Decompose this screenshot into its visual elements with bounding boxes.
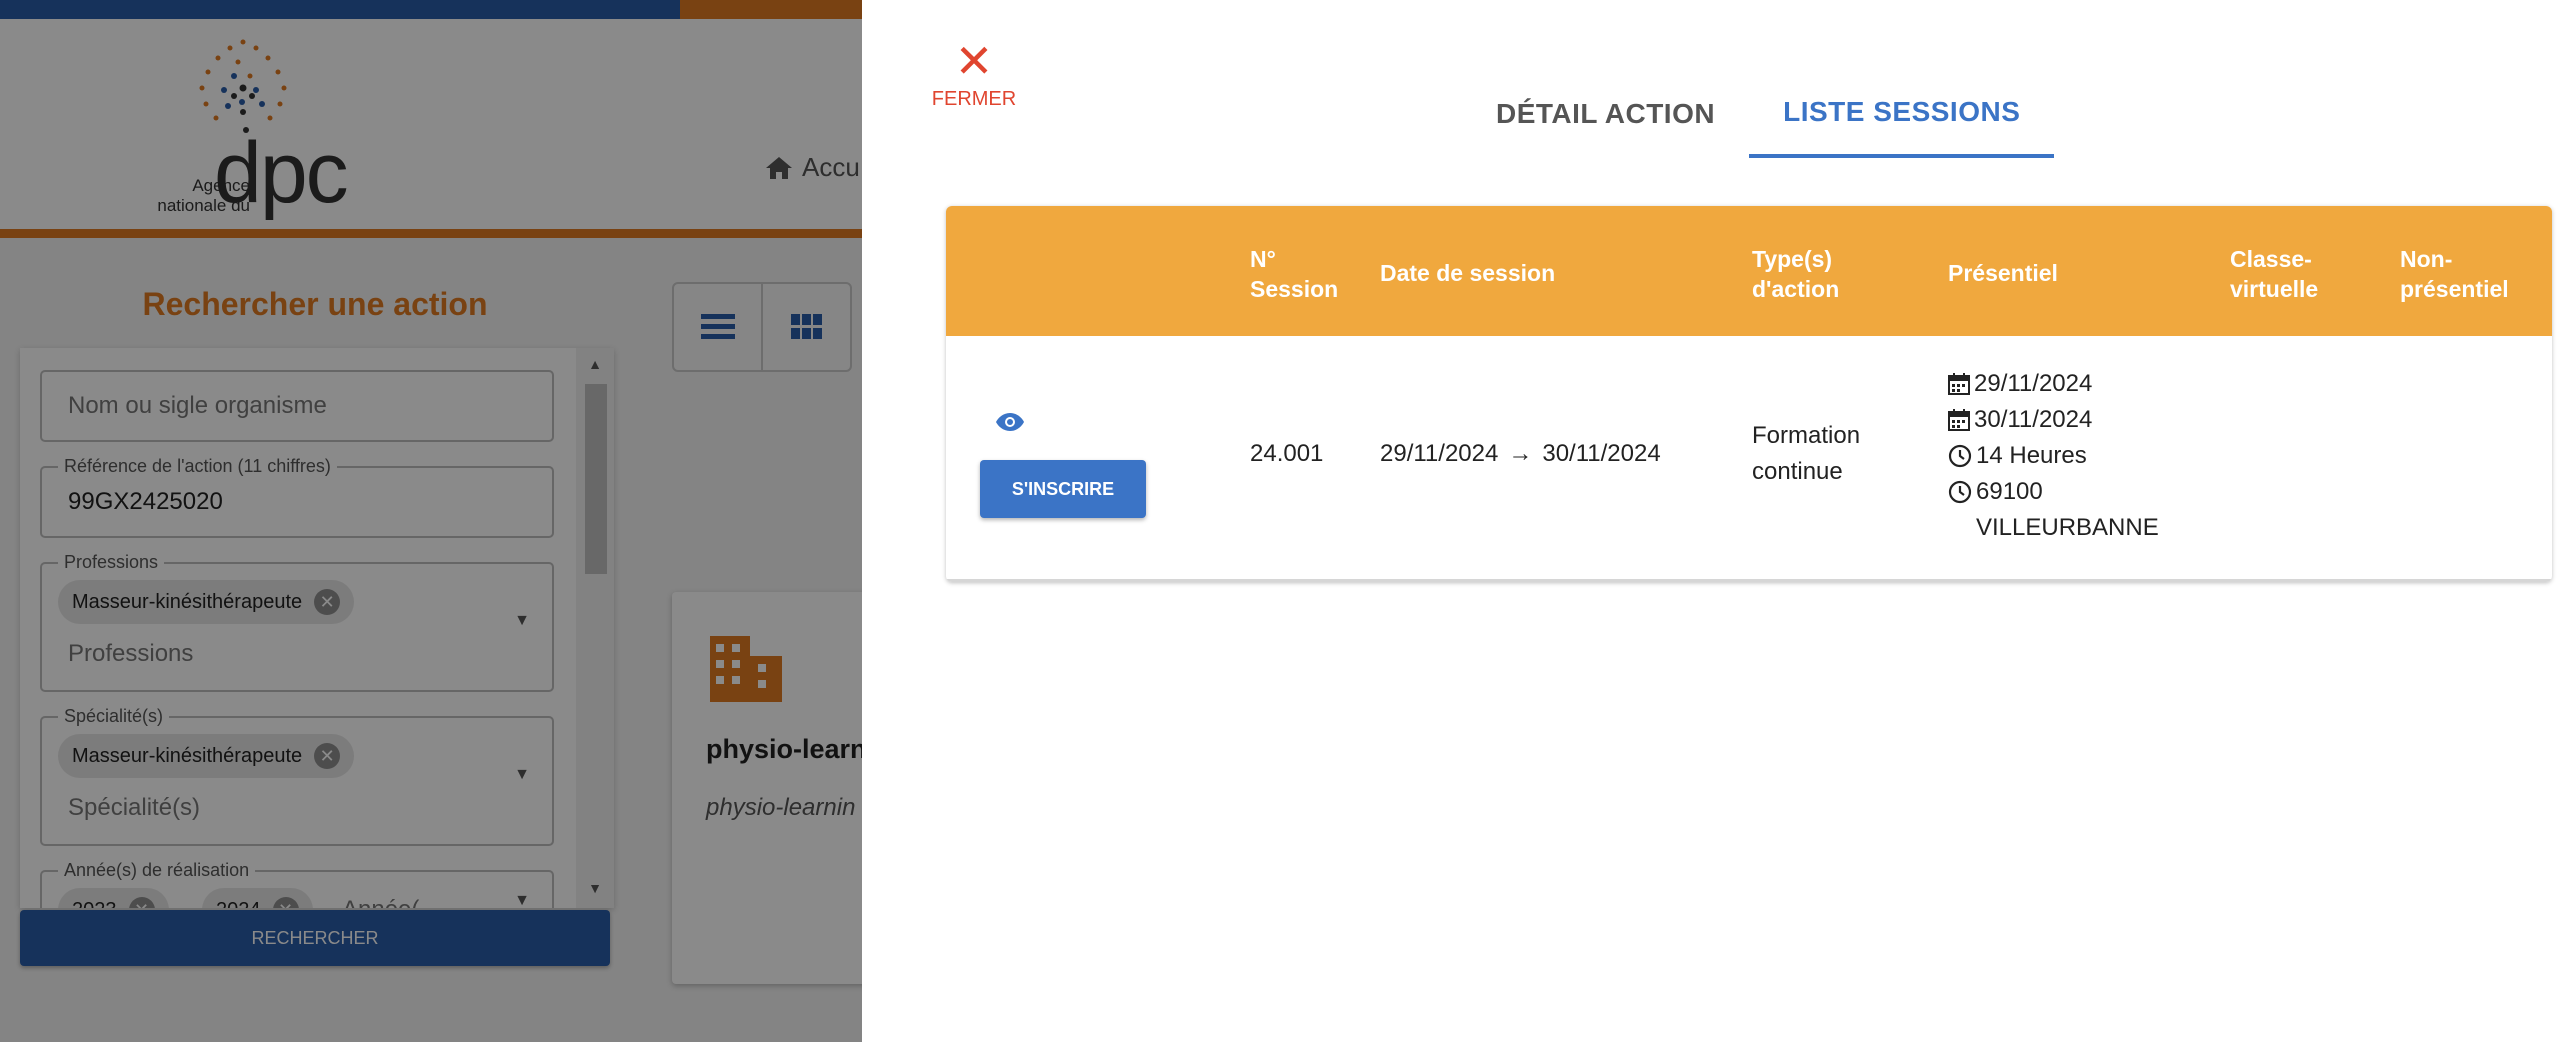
session-number: 24.001 <box>1250 440 1324 467</box>
modal-backdrop[interactable] <box>0 0 862 1042</box>
table-row: S'INSCRIRE 24.001 29/11/2024 → 30/11/202… <box>946 336 2552 582</box>
tab-detail-action[interactable]: DÉTAIL ACTION <box>1462 70 1749 158</box>
presentiel-date2: 30/11/2024 <box>1948 402 2159 438</box>
close-button[interactable]: ✕ FERMER <box>922 38 1026 111</box>
session-dates: 29/11/2024 → 30/11/2024 <box>1380 436 1661 472</box>
header-classe-line2: virtuelle <box>2230 276 2319 302</box>
clock-icon <box>1948 480 1972 504</box>
header-presentiel: Présentiel <box>1948 260 2058 286</box>
header-session-line2: Session <box>1250 276 1339 302</box>
presentiel-city: VILLEURBANNE <box>1976 514 2159 541</box>
presentiel-postcode-text: 69100 <box>1976 478 2043 505</box>
action-type: Formation continue <box>1752 418 1860 490</box>
presentiel-duration-text: 14 Heures <box>1976 442 2087 469</box>
header-classe-virtuelle: Classe- virtuelle <box>2230 244 2318 304</box>
table-header: N° Session Date de session Type(s) d'act… <box>946 206 2552 336</box>
session-dialog: ✕ FERMER DÉTAIL ACTION LISTE SESSIONS N°… <box>862 0 2560 1042</box>
action-type-line1: Formation <box>1752 422 1861 449</box>
header-classe-line1: Classe- <box>2230 246 2312 272</box>
register-button[interactable]: S'INSCRIRE <box>980 460 1146 518</box>
header-type: Type(s) d'action <box>1752 244 1839 304</box>
header-non-line2: présentiel <box>2400 276 2509 302</box>
header-date: Date de session <box>1380 260 1556 286</box>
date-end: 30/11/2024 <box>1542 440 1661 467</box>
background-page: Agence nationale du dpc Accu Rechercher … <box>0 0 862 1042</box>
sessions-table: N° Session Date de session Type(s) d'act… <box>946 206 2552 582</box>
presentiel-details: 29/11/2024 30/11/2024 14 Heures 69100 VI… <box>1948 366 2159 546</box>
header-type-line1: Type(s) <box>1752 246 1833 272</box>
close-icon: ✕ <box>954 35 994 87</box>
calendar-icon <box>1948 409 1970 431</box>
action-type-line2: continue <box>1752 458 1843 485</box>
dialog-tabs: DÉTAIL ACTION LISTE SESSIONS <box>1462 70 2055 158</box>
presentiel-date1: 29/11/2024 <box>1948 366 2159 402</box>
header-non-presentiel: Non- présentiel <box>2400 244 2509 304</box>
presentiel-duration: 14 Heures <box>1948 438 2159 474</box>
clock-icon <box>1948 444 1972 468</box>
header-session-line1: N° <box>1250 246 1276 272</box>
calendar-icon <box>1948 373 1970 395</box>
view-details-button[interactable] <box>994 406 1026 438</box>
header-session: N° Session <box>1250 244 1338 304</box>
date-start: 29/11/2024 <box>1380 440 1499 467</box>
header-non-line1: Non- <box>2400 246 2453 272</box>
close-label: FERMER <box>931 88 1017 110</box>
presentiel-date1-text: 29/11/2024 <box>1974 370 2093 397</box>
presentiel-date2-text: 30/11/2024 <box>1974 406 2093 433</box>
arrow-right-icon: → <box>1508 440 1533 467</box>
header-type-line2: d'action <box>1752 276 1840 302</box>
presentiel-postcode: 69100 <box>1948 474 2159 510</box>
eye-icon <box>996 413 1024 431</box>
tab-liste-sessions[interactable]: LISTE SESSIONS <box>1749 70 2055 158</box>
